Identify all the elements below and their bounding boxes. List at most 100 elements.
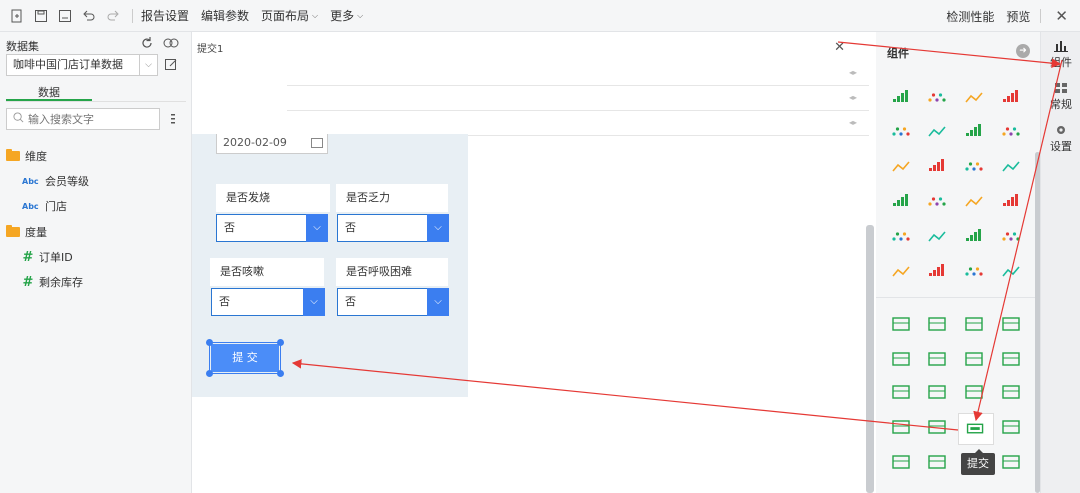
menu-more[interactable]: 更多 ⌵ xyxy=(330,7,363,24)
side-tab-general[interactable]: 常规 xyxy=(1041,82,1080,112)
question-label: 是否发烧 xyxy=(216,184,330,212)
tab-data[interactable]: 数据 xyxy=(6,84,92,100)
side-tab-settings[interactable]: 设置 xyxy=(1041,124,1080,154)
component-icon[interactable] xyxy=(1002,455,1020,469)
cough-select[interactable]: 否 ⌵ xyxy=(211,288,325,316)
component-icon[interactable] xyxy=(1002,127,1020,136)
expand-icon[interactable]: ◂▸ xyxy=(849,68,857,77)
param-row: ◂▸ xyxy=(287,62,869,86)
component-icon[interactable] xyxy=(892,317,910,331)
fatigue-select[interactable]: 否 ⌵ xyxy=(337,214,449,242)
component-icon[interactable] xyxy=(966,124,981,136)
resize-handle[interactable] xyxy=(277,339,284,346)
component-icon[interactable] xyxy=(1002,161,1020,172)
component-icon[interactable] xyxy=(965,162,983,171)
redo-icon[interactable] xyxy=(106,9,120,23)
component-icon[interactable] xyxy=(892,420,910,434)
component-icon[interactable] xyxy=(1002,352,1020,366)
calendar-icon[interactable] xyxy=(311,138,323,148)
component-icon[interactable] xyxy=(1002,317,1020,331)
save-as-icon[interactable] xyxy=(58,9,72,23)
widget-title: 提交1 xyxy=(197,43,224,55)
field-store[interactable]: Abc 门店 xyxy=(22,198,67,214)
detect-performance-button[interactable]: 检测性能 xyxy=(946,8,994,25)
dataset-select[interactable]: 咖啡中国门店订单数据 ⌵ xyxy=(6,54,158,76)
side-tab-label: 组件 xyxy=(1050,56,1072,69)
chevron-down-icon: ⌵ xyxy=(312,10,319,20)
close-icon[interactable]: ✕ xyxy=(834,40,845,55)
breathing-select[interactable]: 否 ⌵ xyxy=(337,288,449,316)
link-dataset-icon[interactable] xyxy=(163,36,179,50)
component-icon[interactable] xyxy=(1002,232,1020,241)
component-icon[interactable] xyxy=(892,161,910,172)
component-icon[interactable] xyxy=(1002,266,1020,277)
date-input[interactable]: 2020-02-09 xyxy=(216,134,328,154)
component-icon[interactable] xyxy=(928,231,946,242)
component-icon[interactable] xyxy=(893,90,908,102)
text-field-icon: Abc xyxy=(22,201,39,211)
field-label: 门店 xyxy=(45,200,67,213)
refresh-icon[interactable] xyxy=(140,36,154,50)
component-icon[interactable] xyxy=(928,352,946,366)
menu-page-layout[interactable]: 页面布局 ⌵ xyxy=(261,7,318,24)
component-icon[interactable] xyxy=(928,420,946,434)
undo-icon[interactable] xyxy=(82,9,96,23)
component-icon[interactable] xyxy=(892,385,910,399)
component-icon[interactable] xyxy=(966,229,981,241)
component-icon[interactable] xyxy=(928,126,946,137)
component-icon[interactable] xyxy=(965,317,983,331)
resize-handle[interactable] xyxy=(206,339,213,346)
component-icon[interactable] xyxy=(929,159,944,171)
component-icon[interactable] xyxy=(928,197,946,206)
component-icon[interactable] xyxy=(965,385,983,399)
menu-edit-params[interactable]: 编辑参数 xyxy=(201,7,249,24)
component-icon[interactable] xyxy=(928,455,946,469)
submit-component-icon[interactable] xyxy=(958,413,994,445)
component-icon[interactable] xyxy=(929,264,944,276)
measure-group[interactable]: 度量 xyxy=(6,224,47,240)
new-icon[interactable] xyxy=(10,9,24,23)
component-icon[interactable] xyxy=(1003,90,1018,102)
component-icon[interactable] xyxy=(965,267,983,276)
field-order-id[interactable]: # 订单ID xyxy=(22,249,73,265)
edit-dataset-icon[interactable] xyxy=(164,57,178,71)
component-icon[interactable] xyxy=(928,385,946,399)
component-icon[interactable] xyxy=(892,352,910,366)
dimension-group[interactable]: 维度 xyxy=(6,148,47,164)
submit-widget[interactable]: 提 交 xyxy=(206,339,284,377)
expand-icon[interactable]: ◂▸ xyxy=(849,118,857,127)
close-icon[interactable]: ✕ xyxy=(1055,7,1068,25)
dataset-select-value: 咖啡中国门店订单数据 xyxy=(13,58,123,71)
side-tab-components[interactable]: 组件 xyxy=(1041,40,1080,70)
expand-icon[interactable]: ◂▸ xyxy=(849,93,857,102)
field-remaining-stock[interactable]: # 剩余库存 xyxy=(22,274,83,290)
preview-button[interactable]: 预览 xyxy=(1006,8,1030,25)
component-icon[interactable] xyxy=(892,127,910,136)
resize-handle[interactable] xyxy=(277,370,284,377)
menu-report-settings[interactable]: 报告设置 xyxy=(141,7,189,24)
side-tabs: 组件 常规 设置 xyxy=(1040,32,1080,493)
fever-select[interactable]: 否 ⌵ xyxy=(216,214,328,242)
component-icon[interactable] xyxy=(928,93,946,102)
component-icon[interactable] xyxy=(928,317,946,331)
field-member-level[interactable]: Abc 会员等级 xyxy=(22,173,89,189)
component-icon[interactable] xyxy=(892,266,910,277)
component-icon[interactable] xyxy=(892,455,910,469)
save-icon[interactable] xyxy=(34,9,48,23)
resize-handle[interactable] xyxy=(206,370,213,377)
component-icon[interactable] xyxy=(965,196,983,207)
number-field-icon: # xyxy=(22,274,34,290)
canvas-scrollbar[interactable] xyxy=(866,225,874,493)
component-icon[interactable] xyxy=(965,352,983,366)
search-input[interactable] xyxy=(28,112,148,126)
component-icon[interactable] xyxy=(1003,194,1018,206)
component-icon[interactable] xyxy=(892,232,910,241)
more-menu-icon[interactable] xyxy=(170,112,180,126)
component-icon[interactable] xyxy=(965,92,983,103)
component-icon[interactable] xyxy=(1002,385,1020,399)
submit-button[interactable]: 提 交 xyxy=(211,344,279,372)
component-icon[interactable] xyxy=(1002,420,1020,434)
top-toolbar: 报告设置 编辑参数 页面布局 ⌵ 更多 ⌵ 检测性能 预览 ✕ xyxy=(0,0,1080,32)
component-icon[interactable] xyxy=(893,194,908,206)
folder-icon xyxy=(6,225,20,237)
